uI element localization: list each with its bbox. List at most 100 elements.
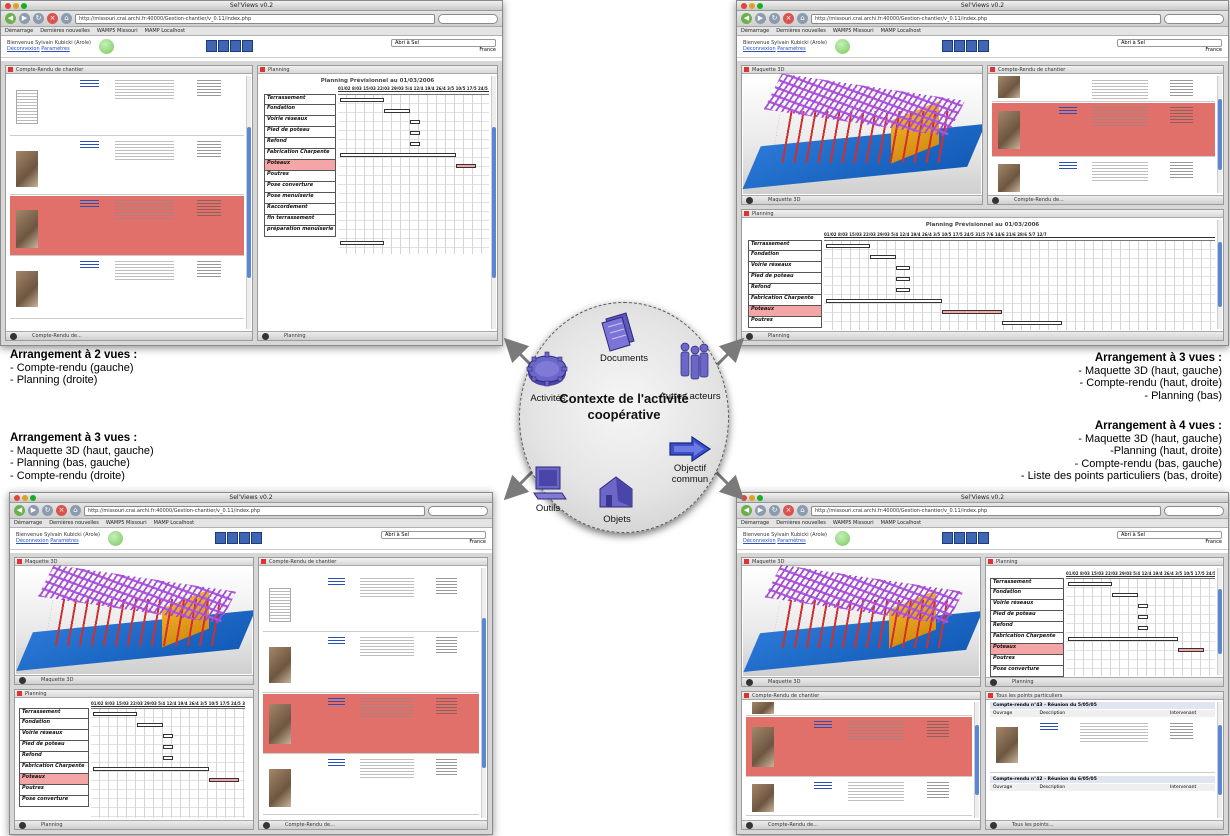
view-arrangement-buttons[interactable] xyxy=(942,532,989,544)
panel-header[interactable]: Compte-Rendu de chantier xyxy=(259,558,487,566)
gantt-task[interactable]: Terrassement xyxy=(990,578,1064,589)
scrollbar[interactable] xyxy=(1217,702,1222,818)
gantt-task[interactable]: Pose converture xyxy=(19,796,89,807)
list-item-highlighted[interactable] xyxy=(746,717,972,777)
gantt-task[interactable]: Poutres xyxy=(748,317,822,328)
project-select[interactable]: Abri à Sel xyxy=(391,39,496,47)
list-item[interactable] xyxy=(992,158,1215,196)
gantt-task[interactable]: Fondation xyxy=(264,105,336,116)
bookmark-item[interactable]: Démarrage xyxy=(741,519,769,527)
project-select[interactable]: Abri à Sel xyxy=(1117,531,1222,539)
3d-model-view[interactable] xyxy=(16,564,253,674)
reload-icon[interactable]: ↻ xyxy=(42,505,53,516)
scrollbar[interactable] xyxy=(246,76,251,329)
list-item-highlighted[interactable] xyxy=(10,196,244,256)
gantt-task[interactable]: Pied de poteau xyxy=(748,273,822,284)
gantt-task[interactable]: Voirie réseaux xyxy=(748,262,822,273)
gantt-task[interactable]: Voirie réseaux xyxy=(264,116,336,127)
gantt-task[interactable]: Pose converture xyxy=(990,666,1064,677)
search-field[interactable] xyxy=(428,505,488,516)
panel-header[interactable]: Maquette 3D xyxy=(15,558,253,566)
gantt-task[interactable]: Pied de poteau xyxy=(19,741,89,752)
project-select[interactable]: Abri à Sel xyxy=(381,531,486,539)
bookmark-item[interactable]: WAMP5 Missouri xyxy=(833,519,874,527)
forward-icon[interactable]: ▶ xyxy=(755,505,766,516)
gantt-task[interactable]: Voirie réseaux xyxy=(990,600,1064,611)
list-item[interactable] xyxy=(10,257,244,319)
home-icon[interactable]: ⌂ xyxy=(797,13,808,24)
bookmark-item[interactable]: MAMP Localhost xyxy=(881,27,921,35)
list-item[interactable] xyxy=(263,755,479,815)
panel-header[interactable]: Compte-Rendu de chantier xyxy=(988,66,1223,74)
gantt-task[interactable]: fin terrassement xyxy=(264,215,336,226)
gantt-task[interactable]: Raccordement xyxy=(264,204,336,215)
bookmark-item[interactable]: WAMP5 Missouri xyxy=(97,27,138,35)
list-item-highlighted[interactable] xyxy=(992,103,1215,157)
logout-link[interactable]: Déconnexion xyxy=(743,46,776,52)
list-item[interactable] xyxy=(263,574,479,632)
panel-header[interactable]: Planning xyxy=(986,558,1223,566)
back-icon[interactable]: ◀ xyxy=(5,13,16,24)
back-icon[interactable]: ◀ xyxy=(741,505,752,516)
settings-link[interactable]: Paramètres xyxy=(50,538,79,544)
gantt-task[interactable]: Refond xyxy=(990,622,1064,633)
logout-link[interactable]: Déconnexion xyxy=(743,538,776,544)
item-link[interactable] xyxy=(80,80,99,88)
panel-footer[interactable]: Tous les points... xyxy=(986,820,1223,829)
home-icon[interactable]: ⌂ xyxy=(61,13,72,24)
back-icon[interactable]: ◀ xyxy=(741,13,752,24)
bookmark-item[interactable]: MAMP Localhost xyxy=(145,27,185,35)
panel-footer[interactable]: Maquette 3D xyxy=(742,677,980,686)
gantt-task[interactable]: Fabrication Charpente xyxy=(990,633,1064,644)
forward-icon[interactable]: ▶ xyxy=(28,505,39,516)
reload-icon[interactable]: ↻ xyxy=(769,505,780,516)
scrollbar[interactable] xyxy=(491,76,496,329)
url-field[interactable]: http://missouri.crai.archi.fr:40000/Gest… xyxy=(811,505,1161,516)
bookmark-item[interactable]: Dernières nouvelles xyxy=(49,519,99,527)
3d-model-view[interactable] xyxy=(743,564,980,676)
panel-header[interactable]: Maquette 3D xyxy=(742,558,980,566)
window-controls[interactable] xyxy=(741,495,763,501)
view-arrangement-buttons[interactable] xyxy=(215,532,262,544)
gantt-task[interactable]: Terrassement xyxy=(748,240,822,251)
table-row[interactable] xyxy=(990,719,1215,773)
bookmark-item[interactable]: Dernières nouvelles xyxy=(40,27,90,35)
gantt-task[interactable]: Fabrication Charpente xyxy=(19,763,89,774)
url-field[interactable]: http://missouri.crai.archi.fr:40000/Gest… xyxy=(84,505,425,516)
gantt-task[interactable]: Fabrication Charpente xyxy=(264,149,336,160)
reload-icon[interactable]: ↻ xyxy=(33,13,44,24)
view-arrangement-buttons[interactable] xyxy=(206,40,253,52)
back-icon[interactable]: ◀ xyxy=(14,505,25,516)
project-selector[interactable]: Abri à Sel France xyxy=(1117,39,1222,54)
view-arrangement-buttons[interactable] xyxy=(942,40,989,52)
list-item-highlighted[interactable] xyxy=(263,694,479,754)
stop-icon[interactable]: × xyxy=(783,13,794,24)
bookmark-item[interactable]: MAMP Localhost xyxy=(154,519,194,527)
settings-link[interactable]: Paramètres xyxy=(41,46,70,52)
list-item[interactable] xyxy=(10,76,244,136)
bookmark-item[interactable]: Dernières nouvelles xyxy=(776,27,826,35)
gantt-task[interactable]: Poutres xyxy=(264,171,336,182)
forward-icon[interactable]: ▶ xyxy=(19,13,30,24)
gantt-task-highlighted[interactable]: Poteaux xyxy=(748,306,822,317)
home-icon[interactable]: ⌂ xyxy=(70,505,81,516)
stop-icon[interactable]: × xyxy=(47,13,58,24)
gantt-task-highlighted[interactable]: Poteaux xyxy=(264,160,336,171)
home-icon[interactable]: ⌂ xyxy=(797,505,808,516)
panel-footer[interactable]: Compte-Rendu de... xyxy=(259,820,487,829)
gantt-task[interactable]: Fondation xyxy=(19,719,89,730)
panel-footer[interactable]: Compte-Rendu de... xyxy=(6,331,252,340)
gantt-task[interactable]: Fondation xyxy=(748,251,822,262)
gantt-task[interactable]: Refond xyxy=(748,284,822,295)
logout-link[interactable]: Déconnexion xyxy=(7,46,40,52)
panel-footer[interactable]: Compte-Rendu de... xyxy=(988,195,1223,204)
settings-link[interactable]: Paramètres xyxy=(777,46,806,52)
panel-header[interactable]: Planning xyxy=(742,210,1223,218)
panel-header[interactable]: Tous les points particuliers xyxy=(986,692,1223,700)
panel-footer[interactable]: Compte-Rendu de... xyxy=(742,820,980,829)
panel-header[interactable]: Planning xyxy=(15,690,253,698)
list-item[interactable] xyxy=(263,633,479,693)
project-selector[interactable]: Abri à Sel France xyxy=(1117,531,1222,546)
list-item[interactable] xyxy=(746,778,972,816)
panel-footer[interactable]: Planning xyxy=(258,331,497,340)
